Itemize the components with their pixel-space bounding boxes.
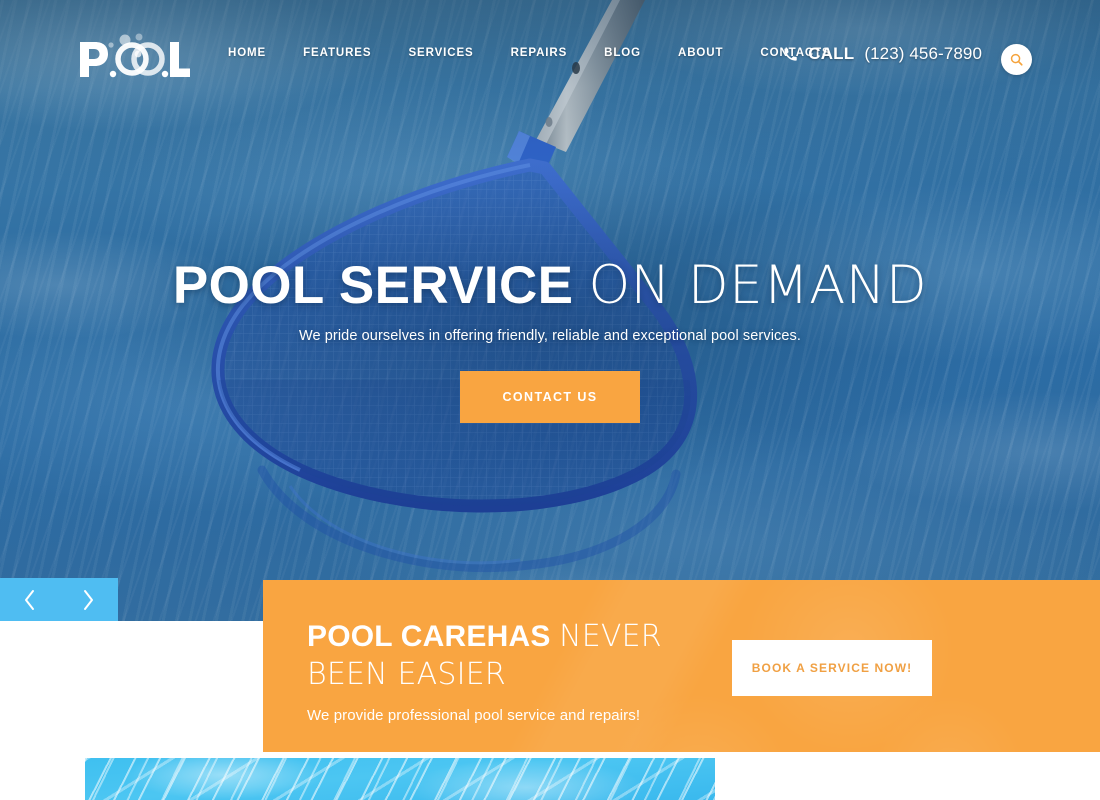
site-header: HOME FEATURES SERVICES REPAIRS BLOG ABOU… — [0, 0, 1100, 112]
call-label: CALL — [808, 44, 855, 63]
hero-subtitle: We pride ourselves in offering friendly,… — [298, 328, 802, 345]
hero-title-bold: POOL SERVICE — [172, 256, 574, 315]
hero-content: POOL SERVICE ON DEMAND We pride ourselve… — [0, 255, 1100, 424]
page-root: HOME FEATURES SERVICES REPAIRS BLOG ABOU… — [0, 0, 1100, 800]
contact-us-button[interactable]: CONTACT US — [460, 371, 640, 424]
hero-title-light: ON DEMAND — [588, 255, 928, 316]
call-phone-link[interactable]: CALL (123) 456-7890 — [783, 44, 982, 64]
promo-title: POOL CAREHAS NEVER BEEN EASIER — [307, 618, 727, 694]
promo-text-block: POOL CAREHAS NEVER BEEN EASIER We provid… — [307, 618, 727, 724]
promo-title-bold: POOL CAREHAS — [307, 620, 551, 653]
promo-banner: POOL CAREHAS NEVER BEEN EASIER We provid… — [263, 580, 1100, 752]
chevron-right-icon — [84, 589, 93, 610]
promo-subtitle: We provide professional pool service and… — [307, 707, 641, 725]
hero-title: POOL SERVICE ON DEMAND — [0, 255, 1100, 316]
slider-navigation — [0, 578, 118, 621]
nav-item-about[interactable]: ABOUT — [678, 47, 748, 59]
pool-logo-icon — [80, 33, 190, 78]
nav-item-repairs[interactable]: REPAIRS — [511, 47, 593, 59]
slider-prev-button[interactable] — [0, 578, 59, 621]
nav-item-services[interactable]: SERVICES — [408, 47, 498, 59]
pool-logo[interactable] — [78, 32, 190, 82]
nav-item-home[interactable]: HOME — [228, 47, 291, 59]
nav-item-features[interactable]: FEATURES — [303, 47, 396, 59]
phone-icon — [784, 48, 797, 61]
book-a-service-button[interactable]: BOOK A SERVICE NOW! — [732, 640, 932, 696]
search-icon — [1010, 53, 1023, 66]
slider-next-button[interactable] — [59, 578, 118, 621]
chevron-left-icon — [25, 589, 34, 610]
search-button[interactable] — [1001, 44, 1032, 75]
main-navigation: HOME FEATURES SERVICES REPAIRS BLOG ABOU… — [228, 47, 831, 59]
nav-item-blog[interactable]: BLOG — [604, 47, 666, 59]
call-number: (123) 456-7890 — [864, 44, 982, 63]
pool-water-photo — [85, 758, 715, 800]
